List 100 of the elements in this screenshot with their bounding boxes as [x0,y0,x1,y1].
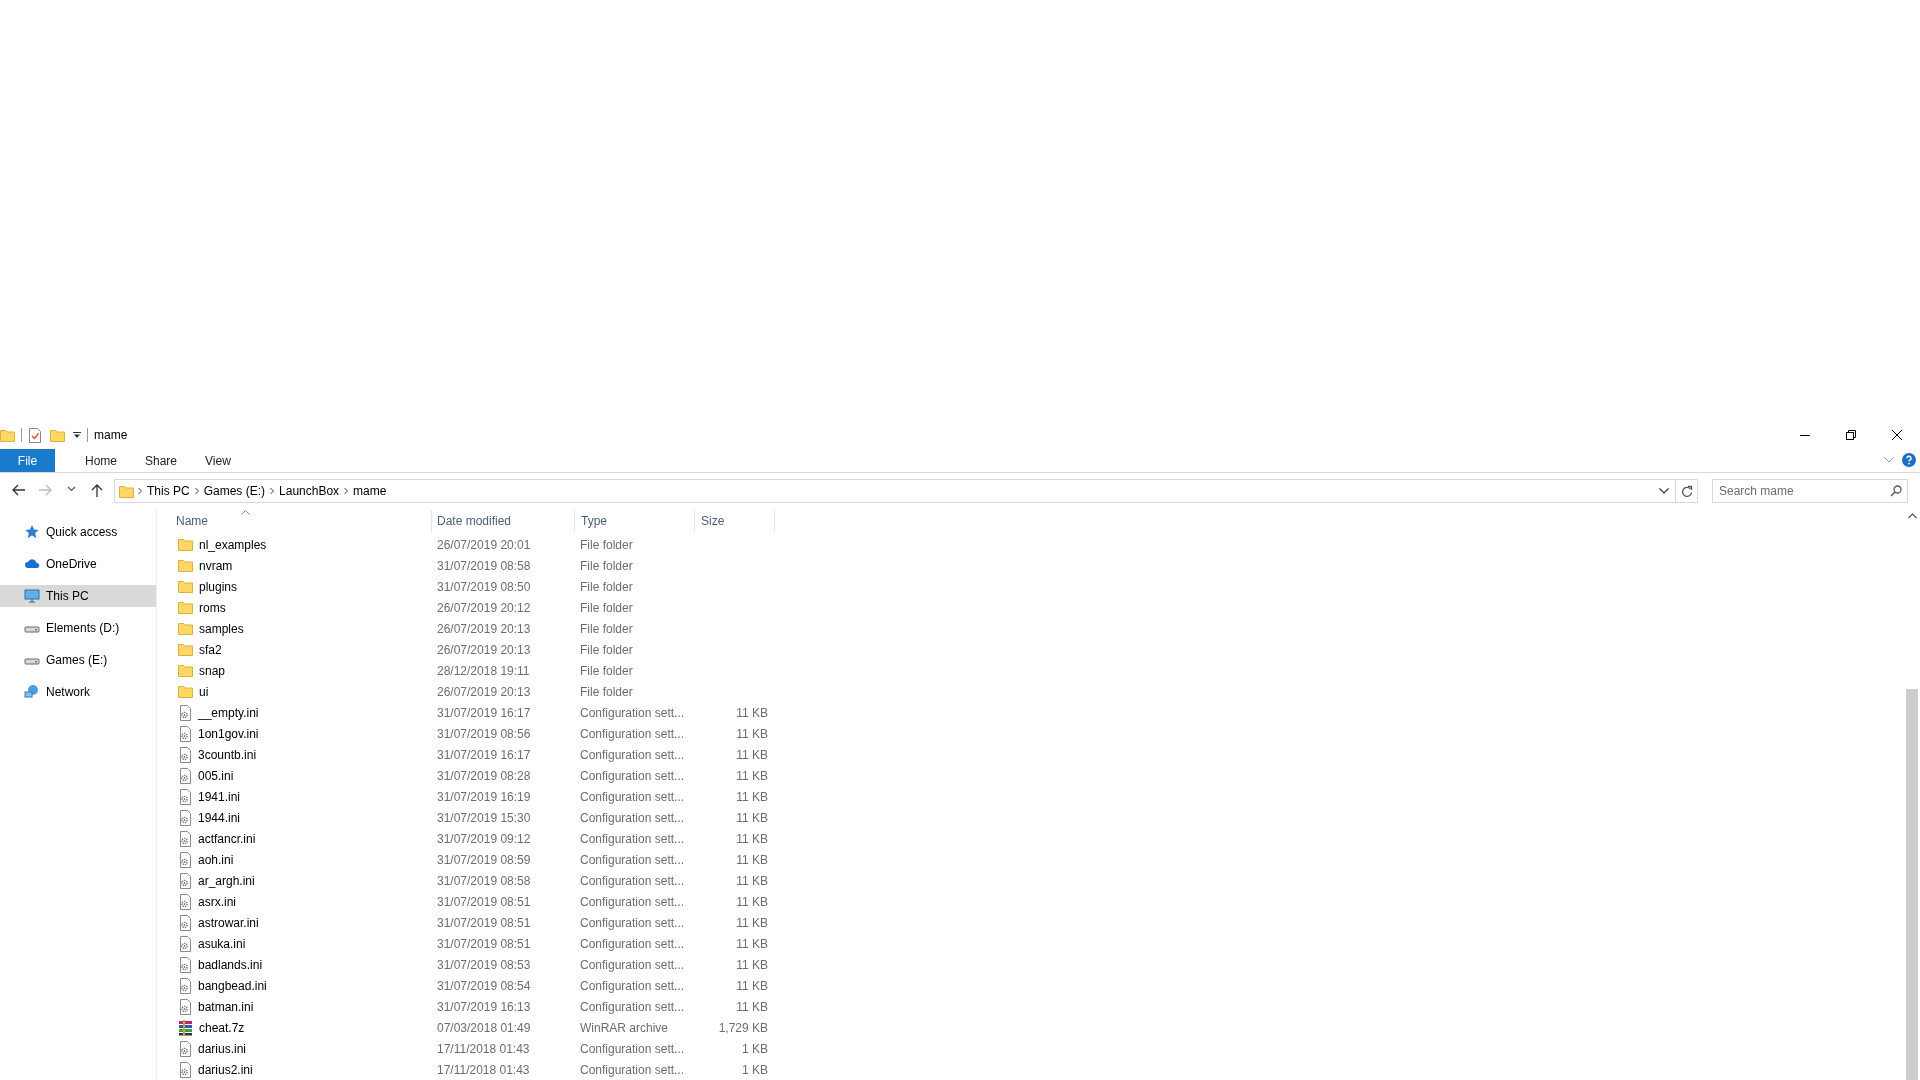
file-name[interactable]: snap [199,661,226,680]
sidebar-item[interactable]: Games (E:) [0,649,156,671]
type-cell-text: Configuration sett... [579,1061,686,1079]
file-name[interactable]: roms [199,598,226,617]
back-arrow-icon [12,484,26,498]
file-name[interactable]: nvram [199,556,233,575]
size-cell-text: 1 KB [741,1040,768,1058]
file-name[interactable]: asrx.ini [198,892,236,911]
type-cell-text: File folder [579,662,634,680]
ribbon-tab[interactable]: Home [71,449,131,472]
folder-icon [178,599,193,616]
forward-arrow-icon [38,484,52,498]
properties-icon[interactable] [28,427,42,443]
date-cell-text: 26/07/2019 20:13 [436,620,532,638]
file-name[interactable]: 1941.ini [198,787,241,806]
window-title: mame [94,427,128,444]
archive-books-icon [178,1019,193,1036]
restore-icon [1846,430,1856,440]
date-cell-text: 31/07/2019 08:56 [436,725,532,743]
settings-file-icon [178,746,192,763]
sidebar-item[interactable]: OneDrive [0,553,156,575]
file-name[interactable]: cheat.7z [199,1018,245,1037]
search-icon[interactable] [1890,485,1902,497]
file-name[interactable]: aoh.ini [198,850,234,869]
chevron-right-icon [136,487,144,495]
settings-file-icon [178,1040,192,1057]
type-cell-text: Configuration sett... [579,788,686,806]
dropdown-icon[interactable] [73,431,81,439]
sidebar-item[interactable]: Quick access [0,521,156,543]
file-name[interactable]: 1944.ini [198,808,241,827]
file-menu-tab[interactable]: File [0,449,55,472]
file-name[interactable]: sfa2 [199,640,222,659]
type-cell-text: Configuration sett... [579,977,686,995]
chevron-right-icon [342,487,351,495]
date-cell-text: 31/07/2019 16:17 [436,704,532,722]
help-icon[interactable] [1902,453,1916,467]
settings-file-icon [178,914,192,931]
file-name[interactable]: batman.ini [198,997,254,1016]
settings-file-icon [178,830,192,847]
file-name[interactable]: darius.ini [198,1039,247,1058]
file-name[interactable]: 005.ini [198,766,234,785]
file-name[interactable]: nl_examples [199,535,267,554]
scrollbar-thumb[interactable] [1906,689,1918,1080]
size-cell-text: 11 KB [735,725,768,743]
breadcrumb-link[interactable]: LaunchBox [276,482,343,500]
file-name[interactable]: asuka.ini [198,934,246,953]
ribbon-tab[interactable]: View [191,449,245,472]
network-icon [24,684,40,700]
settings-file-icon [178,935,192,952]
folder-icon [178,683,193,700]
date-cell-text: 31/07/2019 15:30 [436,809,532,827]
date-cell-text: 07/03/2018 01:49 [436,1019,532,1037]
file-name[interactable]: badlands.ini [198,955,263,974]
file-name[interactable]: bangbead.ini [198,976,267,995]
size-cell-text: 11 KB [735,872,768,890]
settings-file-icon [178,788,192,805]
scroll-up-icon[interactable] [1907,513,1917,519]
file-name[interactable]: __empty.ini [198,703,259,722]
size-cell-text: 11 KB [735,830,768,848]
file-name[interactable]: astrowar.ini [198,913,259,932]
file-name[interactable]: actfancr.ini [198,829,256,848]
date-cell-text: 31/07/2019 08:50 [436,578,532,596]
column-header[interactable]: Date modified [432,510,575,532]
settings-file-icon [178,809,192,826]
ribbon-tab[interactable]: Share [131,449,192,472]
expand-ribbon-icon[interactable] [1884,457,1894,463]
size-cell-text: 11 KB [735,788,768,806]
size-cell-text: 11 KB [735,851,768,869]
dropdown-icon[interactable] [1659,488,1669,494]
breadcrumb-link[interactable]: Games (E:) [200,482,269,500]
sidebar-item[interactable]: Elements (D:) [0,617,156,639]
date-cell-text: 31/07/2019 16:13 [436,998,532,1016]
date-cell-text: 31/07/2019 08:58 [436,557,532,575]
file-name[interactable]: samples [199,619,244,638]
sidebar-item[interactable]: This PC [0,585,156,607]
type-cell-text: File folder [579,641,634,659]
type-cell-text: Configuration sett... [579,956,686,974]
date-cell-text: 26/07/2019 20:13 [436,683,532,701]
address-field[interactable]: This PC Games (E:) LaunchBox mame [114,479,1698,503]
size-cell-text: 1 KB [741,1061,768,1079]
breadcrumb-link[interactable]: This PC [144,482,193,500]
folder-icon [178,578,193,595]
date-cell-text: 31/07/2019 08:51 [436,935,532,953]
column-header[interactable]: Size [695,510,775,532]
star-icon [24,524,40,540]
file-name[interactable]: 3countb.ini [198,745,257,764]
type-cell-text: Configuration sett... [579,725,686,743]
sidebar-item[interactable]: Network [0,681,156,703]
file-name[interactable]: darius2.ini [198,1060,253,1079]
file-name[interactable]: plugins [199,577,238,596]
type-cell-text: Configuration sett... [579,1040,686,1058]
breadcrumb-link[interactable]: mame [350,482,390,500]
file-name[interactable]: ui [199,682,209,701]
file-name[interactable]: ar_argh.ini [198,871,255,890]
file-name[interactable]: 1on1gov.ini [198,724,259,743]
settings-file-icon [178,725,192,742]
column-header[interactable]: Type [575,510,695,532]
size-cell-text: 11 KB [735,914,768,932]
search-field[interactable]: Search mame [1712,479,1908,503]
column-header[interactable]: Name [160,510,432,532]
